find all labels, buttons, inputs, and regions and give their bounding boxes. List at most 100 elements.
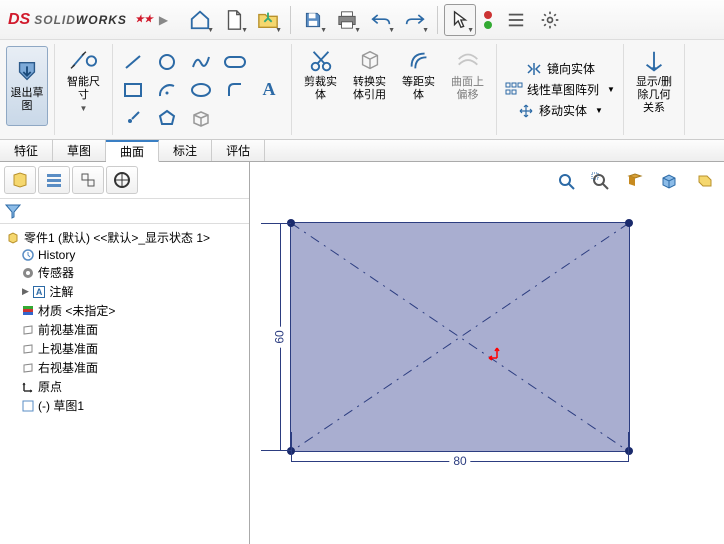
redo-button[interactable]: ▼ bbox=[399, 4, 431, 36]
stars-icon: ★★ bbox=[135, 14, 153, 25]
vertex-top-right[interactable] bbox=[625, 219, 633, 227]
zoom-fit-button[interactable] bbox=[552, 168, 582, 194]
print-button[interactable]: ▼ bbox=[331, 4, 363, 36]
mirror-label: 镜向实体 bbox=[547, 60, 595, 77]
tree-origin[interactable]: 原点 bbox=[4, 377, 245, 396]
ellipse-tool[interactable] bbox=[187, 78, 215, 102]
open-button[interactable]: ▼ bbox=[252, 4, 284, 36]
material-icon bbox=[22, 305, 34, 317]
arc-tool[interactable] bbox=[153, 78, 181, 102]
rebuild-indicator[interactable] bbox=[484, 11, 492, 29]
tree-top-plane[interactable]: 上视基准面 bbox=[4, 339, 245, 358]
ribbon: 退出草 图 智能尺 寸 ▼ A 剪裁实 体 bbox=[0, 40, 724, 140]
annotation-icon: A bbox=[33, 286, 46, 298]
mirror-button[interactable]: 镜向实体 bbox=[521, 59, 599, 78]
history-icon bbox=[22, 249, 34, 261]
display-relations-label: 显示/删 除几何 关系 bbox=[636, 76, 672, 115]
undo-button[interactable]: ▼ bbox=[365, 4, 397, 36]
dimxpert-tab[interactable] bbox=[106, 166, 138, 194]
surface-offset-button[interactable]: 曲面上 偏移 bbox=[445, 46, 490, 104]
display-style-button[interactable] bbox=[688, 168, 718, 194]
exit-sketch-button[interactable]: 退出草 图 bbox=[6, 46, 48, 126]
plane-icon bbox=[22, 362, 34, 374]
plane-tool[interactable] bbox=[187, 106, 215, 130]
section-view-button[interactable] bbox=[620, 168, 650, 194]
ribbon-group-transform: 镜向实体 线性草图阵列▼ 移动实体▼ bbox=[497, 44, 624, 135]
sensor-icon bbox=[22, 267, 34, 279]
tab-features[interactable]: 特征 bbox=[0, 140, 53, 161]
manager-tabs bbox=[0, 162, 249, 199]
mirror-icon bbox=[525, 61, 543, 77]
fillet-tool[interactable] bbox=[221, 78, 249, 102]
exit-sketch-label: 退出草 图 bbox=[11, 87, 44, 113]
graphics-area[interactable]: ◆ 腾轩 80 60 bbox=[250, 162, 724, 544]
text-tool[interactable]: A bbox=[255, 78, 283, 102]
logo-ds: DS bbox=[8, 11, 30, 29]
options-list-button[interactable] bbox=[500, 4, 532, 36]
tree-front-plane[interactable]: 前视基准面 bbox=[4, 320, 245, 339]
ribbon-group-modify: 剪裁实 体 转换实 体引用 等距实 体 曲面上 偏移 bbox=[292, 44, 497, 135]
new-button[interactable]: ▼ bbox=[218, 4, 250, 36]
linear-pattern-label: 线性草图阵列 bbox=[527, 81, 599, 98]
feature-tree-tab[interactable] bbox=[4, 166, 36, 194]
tab-sketch[interactable]: 草图 bbox=[53, 140, 106, 161]
convert-label: 转换实 体引用 bbox=[353, 76, 386, 102]
feature-tree: 零件1 (默认) <<默认>_显示状态 1> History 传感器 ▶ A 注… bbox=[0, 224, 249, 544]
trim-button[interactable]: 剪裁实 体 bbox=[298, 46, 343, 104]
slot-tool[interactable] bbox=[221, 50, 249, 74]
chevron-right-icon[interactable]: ▶ bbox=[159, 13, 168, 27]
surface-offset-label: 曲面上 偏移 bbox=[451, 76, 484, 102]
heads-up-toolbar bbox=[552, 168, 718, 194]
ribbon-group-sketch-tools: A bbox=[113, 44, 292, 135]
offset-button[interactable]: 等距实 体 bbox=[396, 46, 441, 104]
move-label: 移动实体 bbox=[539, 102, 587, 119]
tab-evaluate[interactable]: 评估 bbox=[212, 140, 265, 161]
dimension-width[interactable]: 80 bbox=[291, 461, 629, 481]
rectangle-face[interactable]: 80 60 bbox=[290, 222, 630, 452]
convert-button[interactable]: 转换实 体引用 bbox=[347, 46, 392, 104]
zoom-area-button[interactable] bbox=[586, 168, 616, 194]
tab-surfaces[interactable]: 曲面 bbox=[106, 140, 159, 162]
property-manager-tab[interactable] bbox=[38, 166, 70, 194]
move-button[interactable]: 移动实体▼ bbox=[513, 101, 607, 120]
tree-right-plane[interactable]: 右视基准面 bbox=[4, 358, 245, 377]
home-button[interactable]: ▼ bbox=[184, 4, 216, 36]
configuration-manager-tab[interactable] bbox=[72, 166, 104, 194]
main-area: 零件1 (默认) <<默认>_显示状态 1> History 传感器 ▶ A 注… bbox=[0, 162, 724, 544]
select-button[interactable]: ▼ bbox=[444, 4, 476, 36]
point-tool[interactable] bbox=[119, 106, 147, 130]
view-orientation-button[interactable] bbox=[654, 168, 684, 194]
move-icon bbox=[517, 103, 535, 119]
settings-button[interactable] bbox=[534, 4, 566, 36]
tree-annotations[interactable]: ▶ A 注解 bbox=[4, 282, 245, 301]
offset-label: 等距实 体 bbox=[402, 76, 435, 102]
logo-text: SOLIDWORKS bbox=[34, 13, 127, 27]
dimension-height[interactable]: 60 bbox=[261, 223, 281, 451]
line-tool[interactable] bbox=[119, 50, 147, 74]
tree-sketch1[interactable]: (-) 草图1 bbox=[4, 396, 245, 415]
save-button[interactable]: ▼ bbox=[297, 4, 329, 36]
tree-material[interactable]: 材质 <未指定> bbox=[4, 301, 245, 320]
expand-icon[interactable]: ▶ bbox=[22, 286, 29, 297]
smart-dimension-label: 智能尺 寸 bbox=[67, 76, 100, 102]
smart-dimension-button[interactable]: 智能尺 寸 ▼ bbox=[61, 46, 106, 115]
tree-filter[interactable] bbox=[0, 199, 249, 224]
tree-sensors[interactable]: 传感器 bbox=[4, 263, 245, 282]
ribbon-group-relations: 显示/删 除几何 关系 bbox=[624, 44, 685, 135]
tab-annotate[interactable]: 标注 bbox=[159, 140, 212, 161]
rectangle-tool[interactable] bbox=[119, 78, 147, 102]
construction-diagonals bbox=[291, 223, 629, 452]
display-relations-button[interactable]: 显示/删 除几何 关系 bbox=[630, 46, 678, 117]
tree-history[interactable]: History bbox=[4, 247, 245, 263]
vertex-bottom-right[interactable] bbox=[625, 447, 633, 455]
polygon-tool[interactable] bbox=[153, 106, 181, 130]
quick-access-toolbar: ▼ ▼ ▼ ▼ ▼ ▼ ▼ ▼ bbox=[184, 4, 566, 36]
command-tabs: 特征 草图 曲面 标注 评估 bbox=[0, 140, 724, 162]
linear-pattern-button[interactable]: 线性草图阵列▼ bbox=[501, 80, 619, 99]
sketch-rectangle: ◆ 腾轩 80 60 bbox=[290, 222, 630, 452]
ribbon-group-sketch: 退出草 图 bbox=[0, 44, 55, 135]
tree-root[interactable]: 零件1 (默认) <<默认>_显示状态 1> bbox=[4, 228, 245, 247]
spline-tool[interactable] bbox=[187, 50, 215, 74]
circle-tool[interactable] bbox=[153, 50, 181, 74]
origin-marker bbox=[487, 342, 509, 364]
